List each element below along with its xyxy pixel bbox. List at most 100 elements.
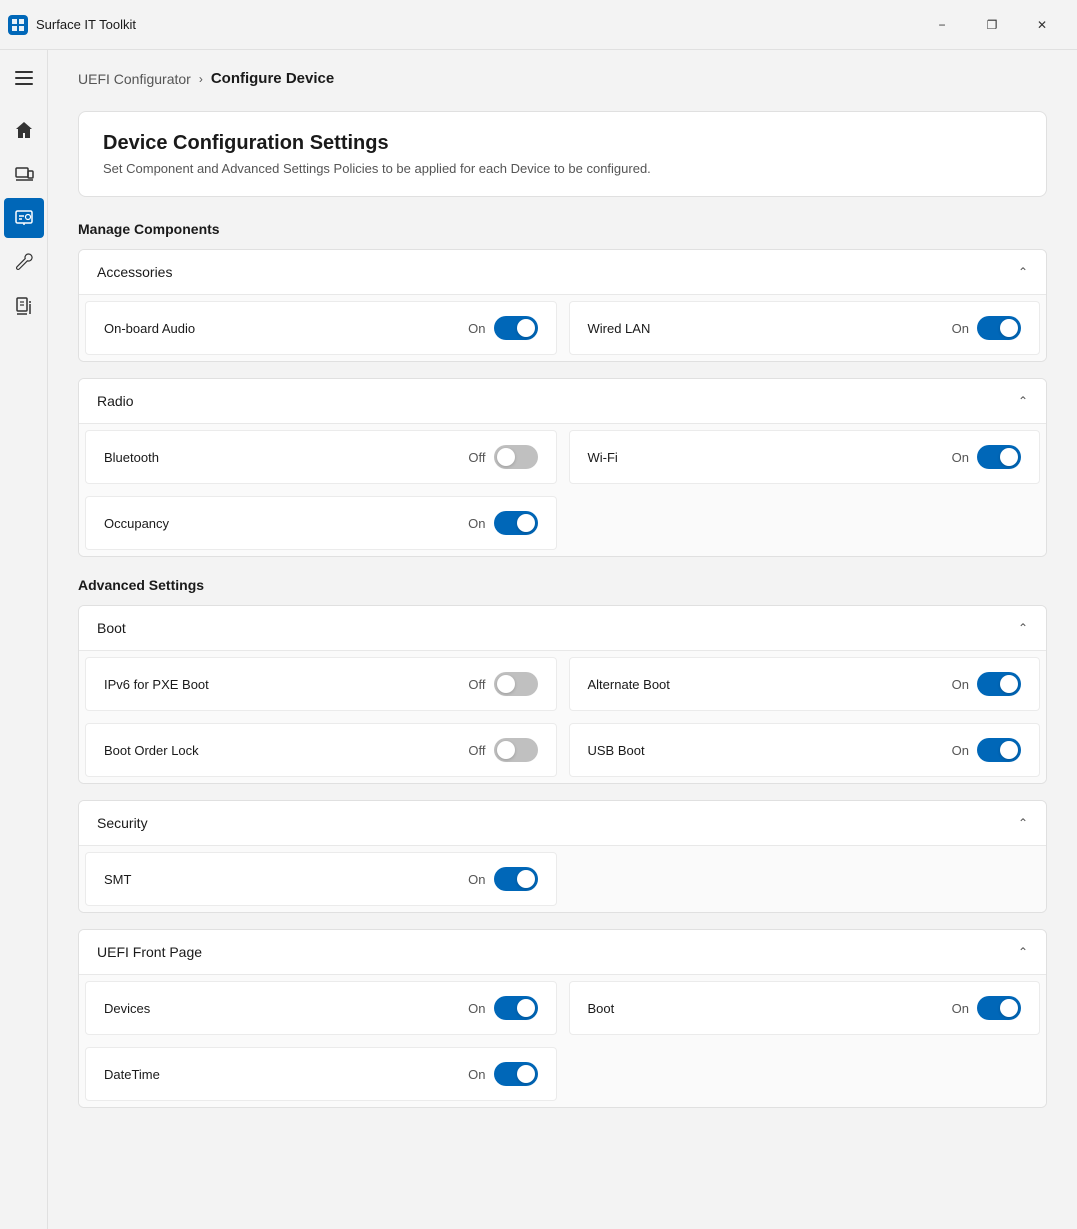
devices-control: On bbox=[468, 996, 537, 1020]
wired-lan-value: On bbox=[952, 321, 969, 336]
setting-on-board-audio: On-board Audio On bbox=[85, 301, 557, 355]
datetime-label: DateTime bbox=[104, 1067, 160, 1082]
manage-components-section: Manage Components Accessories ⌃ On-board… bbox=[78, 221, 1047, 557]
setting-wired-lan: Wired LAN On bbox=[569, 301, 1041, 355]
security-accordion: Security ⌃ SMT On bbox=[78, 800, 1047, 913]
uefi-front-page-header[interactable]: UEFI Front Page ⌃ bbox=[79, 930, 1046, 975]
sidebar-item-devices[interactable] bbox=[4, 154, 44, 194]
wired-lan-label: Wired LAN bbox=[588, 321, 651, 336]
boot-order-lock-label: Boot Order Lock bbox=[104, 743, 199, 758]
setting-ipv6-pxe: IPv6 for PXE Boot Off bbox=[85, 657, 557, 711]
datetime-value: On bbox=[468, 1067, 485, 1082]
hamburger-line-2 bbox=[15, 77, 33, 79]
radio-chevron-icon: ⌃ bbox=[1018, 394, 1028, 408]
boot-order-lock-toggle[interactable] bbox=[494, 738, 538, 762]
info-icon bbox=[14, 296, 34, 316]
radio-header[interactable]: Radio ⌃ bbox=[79, 379, 1046, 424]
alternate-boot-label: Alternate Boot bbox=[588, 677, 670, 692]
smt-value: On bbox=[468, 872, 485, 887]
sidebar bbox=[0, 50, 48, 1229]
uefi-front-page-settings-grid: Devices On Boot bbox=[79, 975, 1046, 1107]
on-board-audio-slider bbox=[494, 316, 538, 340]
on-board-audio-toggle[interactable] bbox=[494, 316, 538, 340]
uefi-front-page-body: Devices On Boot bbox=[79, 975, 1046, 1107]
smt-toggle[interactable] bbox=[494, 867, 538, 891]
devices-toggle[interactable] bbox=[494, 996, 538, 1020]
occupancy-toggle[interactable] bbox=[494, 511, 538, 535]
advanced-settings-section: Advanced Settings Boot ⌃ IPv6 for PXE Bo… bbox=[78, 577, 1047, 1108]
ipv6-pxe-label: IPv6 for PXE Boot bbox=[104, 677, 209, 692]
boot-body: IPv6 for PXE Boot Off Alternate Boot bbox=[79, 651, 1046, 783]
breadcrumb-separator: › bbox=[199, 72, 203, 86]
uefi-front-page-accordion: UEFI Front Page ⌃ Devices On bbox=[78, 929, 1047, 1108]
radio-title: Radio bbox=[97, 393, 134, 409]
alternate-boot-value: On bbox=[952, 677, 969, 692]
devices-slider bbox=[494, 996, 538, 1020]
datetime-toggle[interactable] bbox=[494, 1062, 538, 1086]
boot-header[interactable]: Boot ⌃ bbox=[79, 606, 1046, 651]
radio-body: Bluetooth Off Wi-Fi bbox=[79, 424, 1046, 556]
accessories-accordion: Accessories ⌃ On-board Audio On bbox=[78, 249, 1047, 362]
radio-accordion: Radio ⌃ Bluetooth Off bbox=[78, 378, 1047, 557]
app-icon bbox=[8, 15, 28, 35]
setting-alternate-boot: Alternate Boot On bbox=[569, 657, 1041, 711]
wired-lan-toggle[interactable] bbox=[977, 316, 1021, 340]
setting-boot-order-lock: Boot Order Lock Off bbox=[85, 723, 557, 777]
home-icon bbox=[14, 120, 34, 140]
boot-uefi-toggle[interactable] bbox=[977, 996, 1021, 1020]
wifi-slider bbox=[977, 445, 1021, 469]
main-content: UEFI Configurator › Configure Device Dev… bbox=[48, 50, 1077, 1229]
occupancy-label: Occupancy bbox=[104, 516, 169, 531]
app-title: Surface IT Toolkit bbox=[36, 17, 136, 32]
boot-settings-grid: IPv6 for PXE Boot Off Alternate Boot bbox=[79, 651, 1046, 783]
minimize-button[interactable]: − bbox=[919, 9, 965, 41]
security-header[interactable]: Security ⌃ bbox=[79, 801, 1046, 846]
occupancy-control: On bbox=[468, 511, 537, 535]
boot-title: Boot bbox=[97, 620, 126, 636]
ipv6-pxe-value: Off bbox=[468, 677, 485, 692]
on-board-audio-label: On-board Audio bbox=[104, 321, 195, 336]
titlebar-left: Surface IT Toolkit bbox=[8, 15, 136, 35]
hamburger-line-3 bbox=[15, 83, 33, 85]
usb-boot-control: On bbox=[952, 738, 1021, 762]
usb-boot-value: On bbox=[952, 743, 969, 758]
breadcrumb-parent[interactable]: UEFI Configurator bbox=[78, 71, 191, 87]
on-board-audio-control: On bbox=[468, 316, 537, 340]
security-chevron-icon: ⌃ bbox=[1018, 816, 1028, 830]
hamburger-menu[interactable] bbox=[4, 58, 44, 98]
security-settings-grid: SMT On bbox=[79, 846, 1046, 912]
alternate-boot-toggle[interactable] bbox=[977, 672, 1021, 696]
boot-chevron-icon: ⌃ bbox=[1018, 621, 1028, 635]
bluetooth-label: Bluetooth bbox=[104, 450, 159, 465]
on-board-audio-value: On bbox=[468, 321, 485, 336]
devices-label: Devices bbox=[104, 1001, 150, 1016]
ipv6-pxe-toggle[interactable] bbox=[494, 672, 538, 696]
occupancy-slider bbox=[494, 511, 538, 535]
devices-icon bbox=[14, 164, 34, 184]
close-button[interactable]: ✕ bbox=[1019, 9, 1065, 41]
uefi-icon bbox=[14, 208, 34, 228]
accessories-header[interactable]: Accessories ⌃ bbox=[79, 250, 1046, 295]
sidebar-item-home[interactable] bbox=[4, 110, 44, 150]
sidebar-item-info[interactable] bbox=[4, 286, 44, 326]
bluetooth-toggle[interactable] bbox=[494, 445, 538, 469]
setting-datetime: DateTime On bbox=[85, 1047, 557, 1101]
page-title: Device Configuration Settings bbox=[103, 132, 1022, 155]
hamburger-line-1 bbox=[15, 71, 33, 73]
setting-usb-boot: USB Boot On bbox=[569, 723, 1041, 777]
sidebar-item-uefi[interactable] bbox=[4, 198, 44, 238]
restore-button[interactable]: ❐ bbox=[969, 9, 1015, 41]
wifi-toggle[interactable] bbox=[977, 445, 1021, 469]
devices-value: On bbox=[468, 1001, 485, 1016]
usb-boot-toggle[interactable] bbox=[977, 738, 1021, 762]
boot-uefi-slider bbox=[977, 996, 1021, 1020]
setting-wifi: Wi-Fi On bbox=[569, 430, 1041, 484]
accessories-body: On-board Audio On Wired LAN bbox=[79, 295, 1046, 361]
bluetooth-value: Off bbox=[468, 450, 485, 465]
wifi-value: On bbox=[952, 450, 969, 465]
ipv6-pxe-control: Off bbox=[468, 672, 537, 696]
sidebar-item-tools[interactable] bbox=[4, 242, 44, 282]
radio-settings-grid: Bluetooth Off Wi-Fi bbox=[79, 424, 1046, 556]
setting-boot-uefi: Boot On bbox=[569, 981, 1041, 1035]
smt-control: On bbox=[468, 867, 537, 891]
